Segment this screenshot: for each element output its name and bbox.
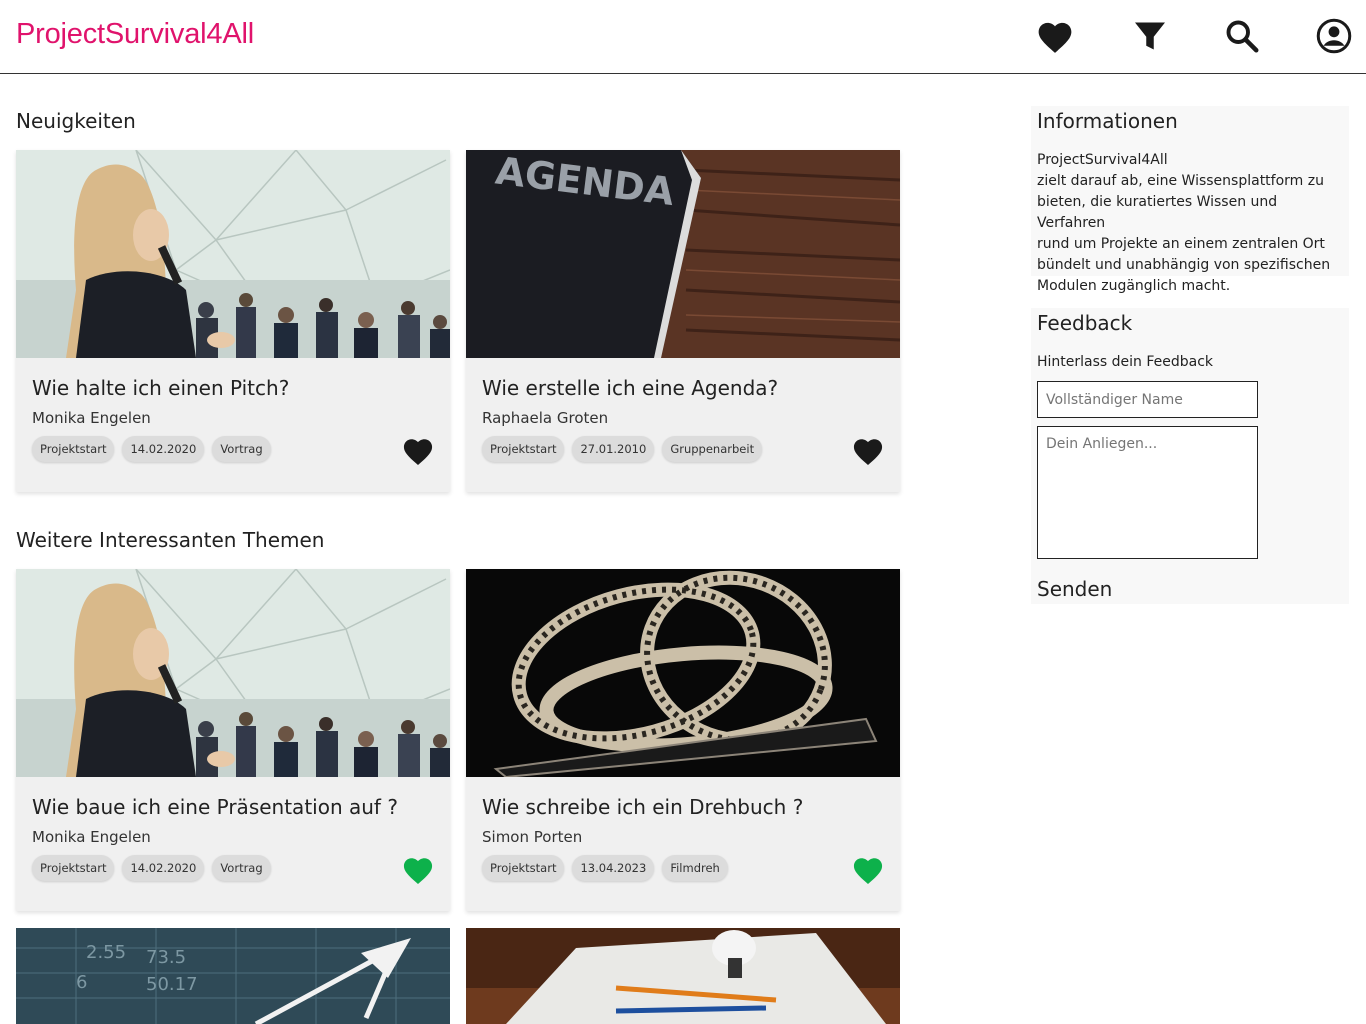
card-title: Wie schreibe ich ein Drehbuch ? (482, 795, 804, 819)
tag-chip[interactable]: 14.02.2020 (122, 855, 205, 881)
card-image-agenda: AGENDA (466, 150, 900, 358)
article-card-partial-pencils[interactable] (466, 928, 900, 1024)
article-card-presentation[interactable]: Wie baue ich eine Präsentation auf ? Mon… (16, 569, 450, 911)
tag-chip[interactable]: Filmdreh (662, 855, 728, 881)
tag-chip[interactable]: Projektstart (32, 436, 115, 462)
full-name-input[interactable] (1037, 381, 1258, 418)
card-author: Monika Engelen (32, 828, 151, 846)
tag-chip[interactable]: Vortrag (212, 436, 271, 462)
info-title: Informationen (1037, 109, 1178, 133)
svg-text:73.5: 73.5 (146, 947, 186, 968)
section-title-news: Neuigkeiten (16, 109, 136, 133)
tag-chip[interactable]: 27.01.2010 (572, 436, 655, 462)
article-card-pitch[interactable]: Wie halte ich einen Pitch? Monika Engele… (16, 150, 450, 492)
tag-chip[interactable]: Vortrag (212, 855, 271, 881)
tag-list: Projektstart 14.02.2020 Vortrag (32, 855, 271, 881)
favorite-heart-icon[interactable] (400, 851, 436, 887)
brand-logo[interactable]: ProjectSurvival4All (16, 18, 254, 51)
tag-chip[interactable]: 14.02.2020 (122, 436, 205, 462)
feedback-subtitle: Hinterlass dein Feedback (1037, 354, 1214, 370)
card-author: Simon Porten (482, 828, 583, 846)
svg-text:50.17: 50.17 (146, 974, 198, 995)
article-card-agenda[interactable]: AGENDA Wie erstelle ich eine Agenda? Rap… (466, 150, 900, 492)
tag-chip[interactable]: Projektstart (32, 855, 115, 881)
tag-list: Projektstart 27.01.2010 Gruppenarbeit (482, 436, 763, 462)
info-line: Modulen zugänglich macht. (1037, 278, 1231, 294)
card-title: Wie erstelle ich eine Agenda? (482, 376, 779, 400)
tag-list: Projektstart 13.04.2023 Filmdreh (482, 855, 728, 881)
info-line: bieten, die kuratiertes Wissen und Verfa… (1037, 194, 1278, 231)
card-image-presentation (16, 150, 450, 358)
favorite-heart-icon[interactable] (850, 851, 886, 887)
search-icon[interactable] (1222, 16, 1262, 56)
tag-chip[interactable]: Projektstart (482, 855, 565, 881)
info-line: zielt darauf ab, eine Wissensplattform z… (1037, 173, 1324, 189)
top-bar: ProjectSurvival4All (0, 0, 1366, 74)
card-author: Monika Engelen (32, 409, 151, 427)
card-author: Raphaela Groten (482, 409, 609, 427)
feedback-panel: Feedback Hinterlass dein Feedback Senden (1031, 308, 1349, 604)
favorite-heart-icon[interactable] (850, 432, 886, 468)
tag-list: Projektstart 14.02.2020 Vortrag (32, 436, 271, 462)
card-image-film-reel (466, 569, 900, 777)
feedback-title: Feedback (1037, 311, 1133, 335)
favorite-heart-icon[interactable] (400, 432, 436, 468)
svg-text:2.55: 2.55 (86, 942, 126, 963)
section-title-more-topics: Weitere Interessanten Themen (16, 528, 325, 552)
info-line: rund um Projekte an einem zentralen Ort (1037, 236, 1325, 252)
info-line: bündelt und unabhängig von spezifischen (1037, 257, 1331, 273)
account-icon[interactable] (1314, 16, 1354, 56)
filter-icon[interactable] (1130, 16, 1170, 56)
tag-chip[interactable]: 13.04.2023 (572, 855, 655, 881)
card-title: Wie baue ich eine Präsentation auf ? (32, 795, 398, 819)
tag-chip[interactable]: Gruppenarbeit (662, 436, 763, 462)
card-title: Wie halte ich einen Pitch? (32, 376, 290, 400)
article-card-partial-chart[interactable]: 2.55 73.5 6 50.17 (16, 928, 450, 1024)
svg-text:6: 6 (76, 972, 87, 993)
info-panel: Informationen ProjectSurvival4All zielt … (1031, 106, 1349, 294)
info-text: ProjectSurvival4All zielt darauf ab, ein… (1037, 150, 1349, 297)
card-image-presentation (16, 569, 450, 777)
message-textarea[interactable] (1037, 426, 1258, 559)
send-button[interactable]: Senden (1037, 577, 1112, 601)
article-card-screenplay[interactable]: Wie schreibe ich ein Drehbuch ? Simon Po… (466, 569, 900, 911)
tag-chip[interactable]: Projektstart (482, 436, 565, 462)
info-line: ProjectSurvival4All (1037, 152, 1168, 168)
favorites-heart-icon[interactable] (1035, 16, 1075, 56)
